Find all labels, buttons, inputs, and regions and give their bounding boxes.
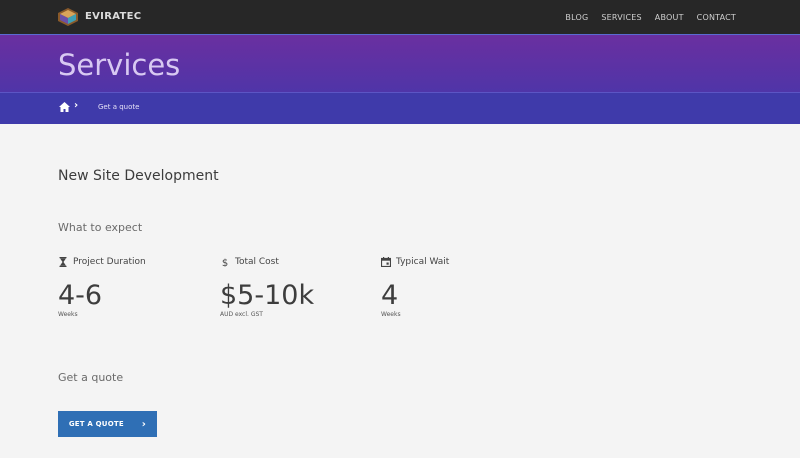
stat-label: Total Cost	[235, 257, 279, 267]
stat-value: $5-10k	[220, 280, 315, 311]
dollar-icon: $	[222, 258, 228, 267]
stat-label-row: Typical Wait	[381, 257, 531, 267]
stat-value: 4	[381, 280, 399, 311]
calendar-icon	[381, 257, 391, 267]
page-title: Services	[58, 48, 181, 82]
quote-heading: Get a quote	[58, 371, 124, 384]
expect-heading: What to expect	[58, 221, 143, 234]
stat-unit: Weeks	[58, 311, 78, 318]
main-nav: BLOG SERVICES ABOUT CONTACT	[565, 13, 736, 22]
stat-value: 4-6	[58, 280, 103, 311]
svg-text:$: $	[222, 258, 228, 267]
nav-about[interactable]: ABOUT	[655, 13, 684, 22]
chevron-right-icon: ›	[141, 418, 147, 430]
button-label: GET A QUOTE	[68, 420, 124, 428]
nav-services[interactable]: SERVICES	[601, 13, 641, 22]
top-navbar: EVIRATEC BLOG SERVICES ABOUT CONTACT	[0, 0, 800, 34]
home-icon[interactable]	[59, 102, 70, 112]
stat-unit: AUD excl. GST	[220, 311, 263, 318]
chevron-right-icon: ›	[74, 100, 79, 111]
stat-label-row: $ Total Cost	[220, 257, 370, 267]
logo-icon[interactable]	[58, 8, 78, 26]
stat-typical-wait: Typical Wait 4 Weeks	[381, 257, 531, 318]
stat-project-duration: Project Duration 4-6 Weeks	[58, 257, 208, 318]
breadcrumb-current: Get a quote	[98, 103, 140, 111]
section-title: New Site Development	[58, 168, 219, 184]
brand-name[interactable]: EVIRATEC	[85, 11, 141, 22]
stat-label: Typical Wait	[396, 257, 450, 267]
breadcrumb: › Get a quote	[0, 92, 800, 124]
hourglass-icon	[59, 257, 67, 267]
stat-total-cost: $ Total Cost $5-10k AUD excl. GST	[220, 257, 370, 318]
stat-unit: Weeks	[381, 311, 401, 318]
get-a-quote-button[interactable]: GET A QUOTE ›	[58, 411, 157, 437]
nav-contact[interactable]: CONTACT	[697, 13, 736, 22]
nav-blog[interactable]: BLOG	[565, 13, 588, 22]
stat-label-row: Project Duration	[58, 257, 208, 267]
stat-label: Project Duration	[73, 257, 146, 267]
hero-banner: Services	[0, 34, 800, 93]
